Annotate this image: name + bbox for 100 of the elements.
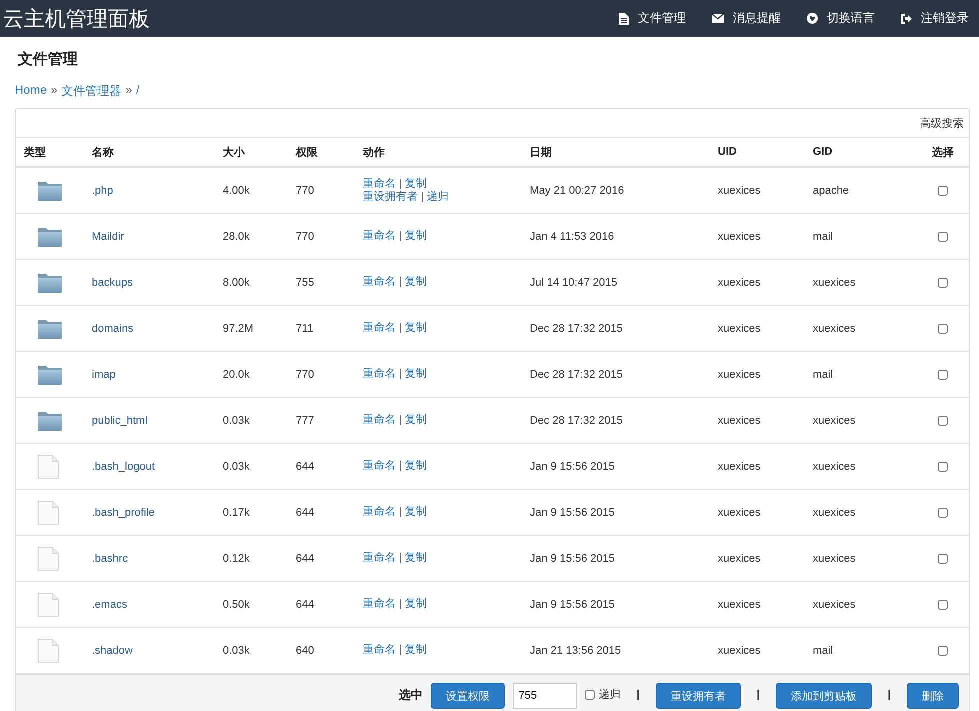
action-link[interactable]: 重设拥有者 — [363, 190, 418, 202]
table-cell: 0.12k — [223, 552, 250, 564]
link-separator: | — [399, 644, 402, 656]
action-link[interactable]: 重命名 — [363, 414, 396, 426]
nav-link[interactable]: 文件管理 — [619, 10, 686, 27]
action-link[interactable]: 复制 — [404, 414, 427, 426]
nav-link[interactable]: 消息提醒 — [712, 10, 781, 27]
row-checkbox[interactable] — [938, 508, 948, 518]
table-cell: xuexices — [718, 598, 761, 610]
column-header: 选择 — [917, 138, 969, 167]
logout-icon — [901, 14, 912, 24]
row-checkbox[interactable] — [938, 186, 948, 196]
action-link[interactable]: 重命名 — [363, 552, 396, 564]
table-cell: Dec 28 17:32 2015 — [530, 322, 623, 334]
column-header: 名称 — [84, 138, 215, 167]
permission-field[interactable]: 755 — [512, 683, 577, 709]
recursive-checkbox[interactable] — [584, 690, 595, 700]
link-separator: | — [399, 414, 402, 426]
breadcrumb-link[interactable]: 文件管理器 — [62, 83, 122, 101]
row-checkbox[interactable] — [938, 462, 948, 472]
table-cell: 644 — [296, 460, 314, 472]
table-cell: mail — [813, 644, 834, 656]
breadcrumb-link[interactable]: Home — [15, 83, 48, 101]
file-name-link[interactable]: domains — [92, 322, 134, 334]
action-button[interactable]: 重设拥有者 — [656, 683, 741, 709]
file-name-link[interactable]: .php — [92, 184, 114, 196]
table-cell: 0.03k — [223, 644, 250, 656]
file-name-link[interactable]: .bash_logout — [92, 460, 155, 472]
action-link[interactable]: 重命名 — [363, 644, 396, 656]
table-cell: 4.00k — [223, 184, 250, 196]
folder-icon — [38, 364, 62, 384]
nav-link[interactable]: 切换语言 — [807, 10, 875, 27]
action-link[interactable]: 复制 — [404, 552, 427, 564]
advanced-search-link[interactable]: 高级搜索 — [920, 116, 964, 130]
row-checkbox[interactable] — [938, 600, 948, 610]
table-cell: xuexices — [718, 276, 761, 288]
column-header: GID — [805, 138, 917, 167]
link-separator: | — [399, 368, 402, 380]
page-title: 文件管理 — [18, 50, 79, 70]
action-button[interactable]: 删除 — [907, 683, 959, 709]
link-separator: | — [399, 460, 402, 472]
action-button[interactable]: 添加到剪贴板 — [776, 683, 872, 709]
column-header: 大小 — [215, 138, 288, 167]
row-checkbox[interactable] — [938, 324, 948, 334]
row-checkbox[interactable] — [938, 370, 948, 380]
table-cell: 640 — [296, 644, 314, 656]
row-checkbox[interactable] — [938, 416, 948, 426]
action-link[interactable]: 复制 — [404, 322, 427, 334]
action-link[interactable]: 重命名 — [363, 178, 396, 190]
action-link[interactable]: 复制 — [404, 644, 427, 656]
row-checkbox[interactable] — [938, 646, 948, 656]
table-cell: xuexices — [718, 414, 761, 426]
table-cell: Jan 9 15:56 2015 — [530, 598, 616, 610]
link-separator: | — [421, 190, 424, 202]
table-cell: xuexices — [813, 552, 856, 564]
file-name-link[interactable]: backups — [92, 276, 133, 288]
breadcrumb-separator: » — [51, 83, 58, 99]
action-link[interactable]: 重命名 — [363, 598, 396, 610]
breadcrumb-link[interactable]: / — [136, 83, 140, 101]
globe-icon — [807, 13, 818, 24]
file-name-link[interactable]: imap — [92, 368, 116, 380]
table-cell: xuexices — [718, 184, 761, 196]
table-cell: xuexices — [718, 644, 761, 656]
table-cell: xuexices — [813, 506, 856, 518]
action-button[interactable]: 设置权限 — [430, 683, 505, 709]
file-name-link[interactable]: .emacs — [92, 598, 128, 610]
link-separator: | — [399, 552, 402, 564]
action-link[interactable]: 重命名 — [363, 368, 396, 380]
action-link[interactable]: 复制 — [404, 598, 427, 610]
action-link[interactable]: 复制 — [404, 276, 427, 288]
row-checkbox[interactable] — [938, 278, 948, 288]
checkbox-label: 递归 — [598, 688, 621, 703]
action-link[interactable]: 递归 — [426, 190, 449, 202]
table-cell: Jul 14 10:47 2015 — [530, 276, 618, 288]
action-link[interactable]: 重命名 — [363, 460, 396, 472]
envelope-icon — [712, 14, 724, 23]
file-name-link[interactable]: Maildir — [92, 230, 124, 242]
file-name-link[interactable]: public_html — [92, 414, 148, 426]
breadcrumb-separator: » — [126, 83, 132, 99]
action-link[interactable]: 重命名 — [363, 276, 396, 288]
nav-link[interactable]: 注销登录 — [901, 10, 969, 27]
action-link[interactable]: 复制 — [404, 368, 427, 380]
row-checkbox[interactable] — [938, 554, 948, 564]
action-link[interactable]: 重命名 — [363, 230, 396, 242]
file-name-link[interactable]: .bash_profile — [92, 506, 155, 518]
file-name-link[interactable]: .shadow — [92, 644, 133, 656]
folder-icon — [38, 272, 62, 292]
action-link[interactable]: 复制 — [404, 460, 427, 472]
action-link[interactable]: 复制 — [404, 230, 427, 242]
action-link[interactable]: 重命名 — [363, 322, 396, 334]
table-cell: xuexices — [718, 552, 761, 564]
table-cell: apache — [813, 184, 850, 196]
table-cell: 0.03k — [223, 414, 250, 426]
action-link[interactable]: 重命名 — [363, 506, 396, 518]
row-checkbox[interactable] — [938, 232, 948, 242]
table-cell: 644 — [296, 598, 314, 610]
file-name-link[interactable]: .bashrc — [92, 552, 128, 564]
action-link[interactable]: 复制 — [404, 506, 427, 518]
link-separator: | — [399, 230, 402, 242]
action-link[interactable]: 复制 — [404, 178, 427, 190]
